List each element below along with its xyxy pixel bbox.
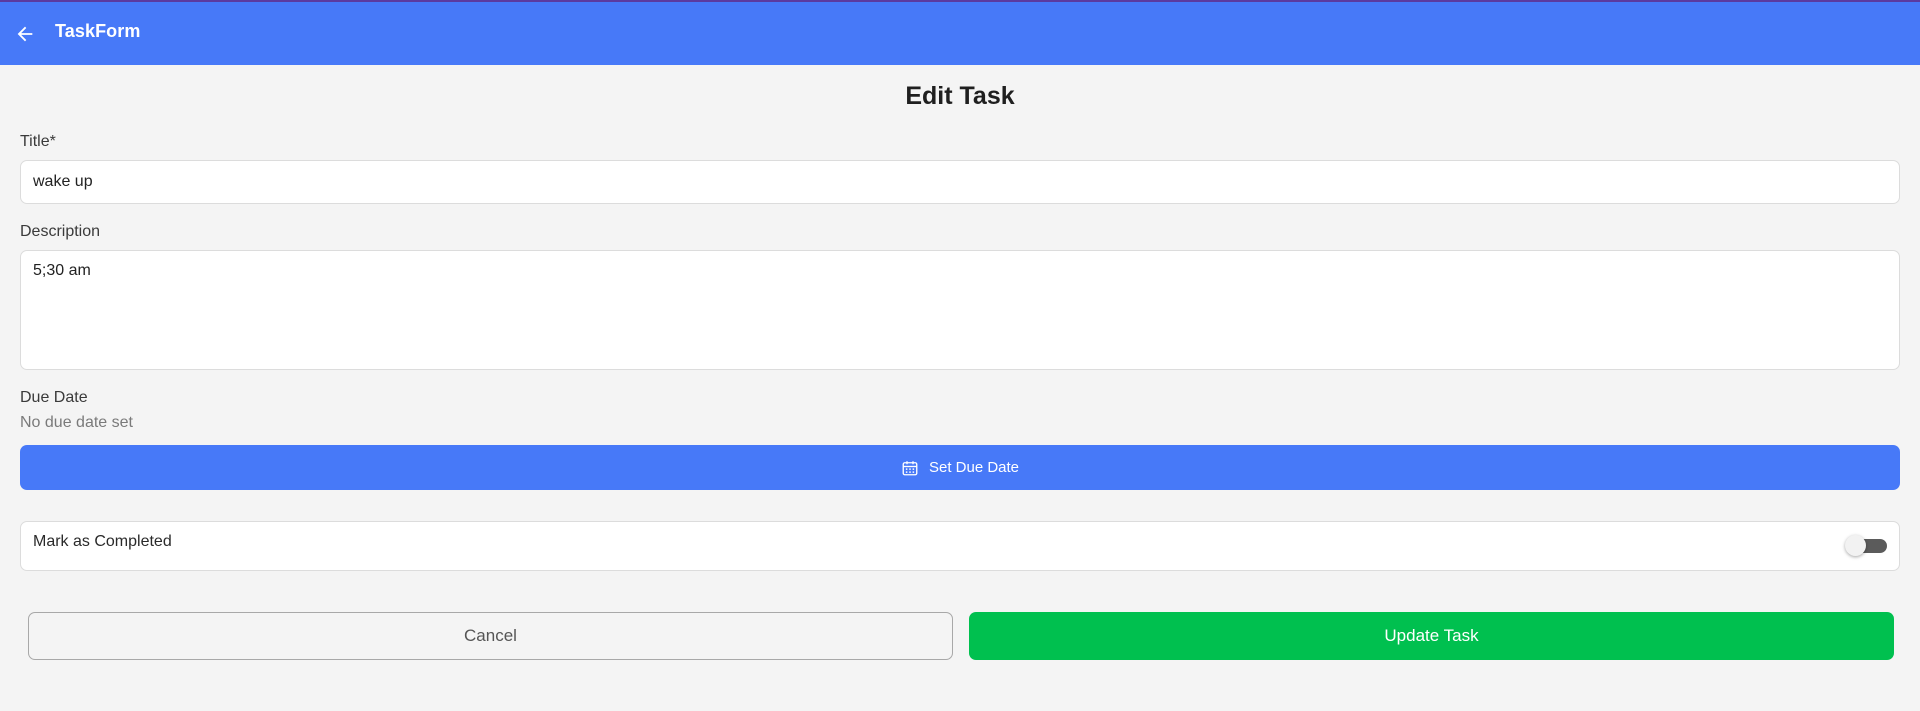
page-title: Edit Task xyxy=(905,82,1015,110)
arrow-left-icon[interactable] xyxy=(14,23,36,45)
description-textarea-value: 5;30 am xyxy=(33,262,91,279)
completed-toggle[interactable] xyxy=(1845,535,1887,556)
set-due-date-label: Set Due Date xyxy=(928,459,1020,476)
mark-completed-label: Mark as Completed xyxy=(33,533,172,550)
app-bar: TaskForm xyxy=(0,0,1920,65)
calendar-icon xyxy=(902,460,918,475)
title-input[interactable]: wake up xyxy=(20,160,1900,204)
title-input-value: wake up xyxy=(33,173,93,190)
title-label: Title* xyxy=(20,133,56,150)
app-title: TaskForm xyxy=(55,21,141,41)
update-task-button[interactable]: Update Task xyxy=(969,612,1894,660)
description-textarea[interactable]: 5;30 am xyxy=(20,250,1900,370)
due-date-label: Due Date xyxy=(20,389,88,406)
mark-completed-row: Mark as Completed xyxy=(20,521,1900,571)
description-label: Description xyxy=(20,223,101,240)
cancel-button[interactable]: Cancel xyxy=(28,612,953,660)
set-due-date-button[interactable]: Set Due Date xyxy=(20,445,1900,490)
toggle-thumb xyxy=(1845,535,1866,556)
due-date-hint: No due date set xyxy=(20,414,133,431)
